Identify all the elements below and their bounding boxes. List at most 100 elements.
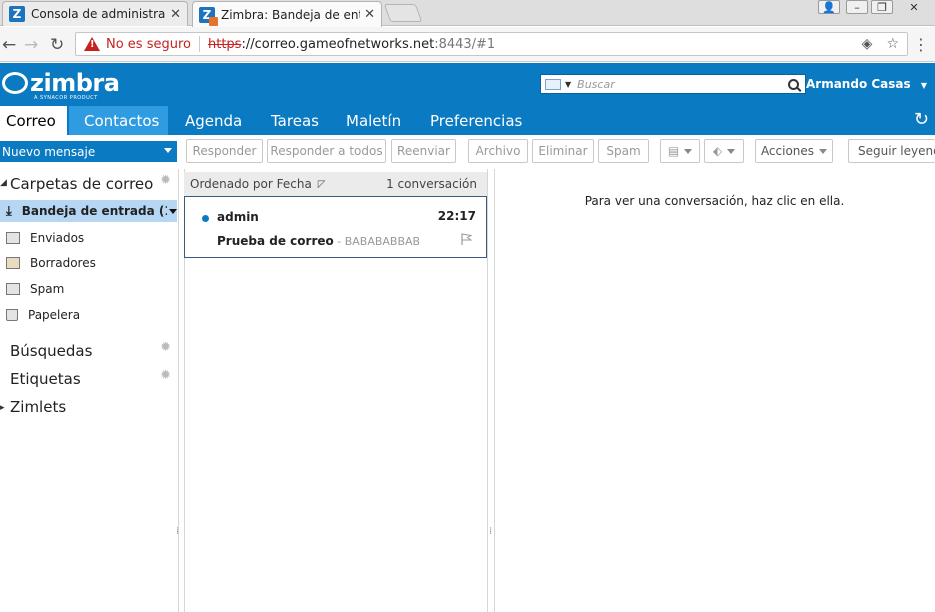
- list-item[interactable]: admin 22:17 Prueba de correo - BABABABBA…: [184, 196, 487, 258]
- gear-icon[interactable]: ✹: [160, 340, 171, 355]
- url-scheme: https: [208, 36, 242, 52]
- browser-tab-title: Consola de administració: [31, 7, 166, 21]
- tab-label: Tareas: [271, 111, 319, 130]
- close-icon[interactable]: ✕: [170, 7, 181, 22]
- delete-button[interactable]: Eliminar: [532, 139, 594, 163]
- gear-icon[interactable]: ✹: [160, 173, 171, 188]
- trash-icon: [6, 309, 18, 321]
- resize-handle[interactable]: ⁞: [176, 526, 180, 537]
- move-button[interactable]: ▤: [660, 139, 700, 163]
- browser-window: Z Consola de administració ✕ Z Zimbra: B…: [0, 0, 935, 612]
- user-name: Armando Casas: [806, 77, 911, 91]
- forward-button[interactable]: Reenviar: [391, 139, 456, 163]
- reading-pane-hint: Para ver una conversación, haz clic en e…: [584, 194, 845, 208]
- message-subject: Prueba de correo: [217, 234, 334, 248]
- folder-inbox[interactable]: ⤓ Bandeja de entrada (1: [0, 200, 177, 222]
- app-tabs: Correo Contactos Agenda Tareas Maletín P…: [0, 106, 935, 135]
- user-profile-icon[interactable]: 👤: [818, 0, 840, 14]
- message-sender: admin: [217, 210, 259, 224]
- read-more-label: Seguir leyendo: [858, 144, 935, 158]
- reply-all-button[interactable]: Responder a todos: [267, 139, 386, 163]
- tag-button[interactable]: ⬖: [704, 139, 744, 163]
- searches-header[interactable]: Búsquedas: [10, 342, 92, 360]
- message-subject-line: Prueba de correo - BABABABBAB: [217, 234, 420, 248]
- folder-label: Borradores: [30, 256, 96, 270]
- reply-button[interactable]: Responder: [186, 139, 263, 163]
- inbox-icon: ⤓: [6, 203, 12, 219]
- back-arrow-icon[interactable]: ←: [2, 35, 16, 55]
- forward-arrow-icon[interactable]: →: [24, 35, 38, 55]
- menu-kebab-icon[interactable]: ⋮: [913, 35, 929, 54]
- url-field[interactable]: ! No es seguro https ://correo.gameofnet…: [75, 32, 908, 56]
- tab-contactos[interactable]: Contactos: [69, 106, 168, 135]
- zimbra-favicon: Z: [199, 6, 218, 26]
- folder-label: Spam: [30, 282, 65, 296]
- chevron-down-icon[interactable]: [164, 148, 172, 153]
- tab-label: Maletín: [346, 111, 402, 130]
- tab-agenda[interactable]: Agenda: [185, 106, 242, 135]
- message-time: 22:17: [437, 209, 476, 223]
- actions-button[interactable]: Acciones: [755, 139, 833, 163]
- close-icon[interactable]: ✕: [364, 7, 375, 22]
- maximize-icon[interactable]: ❐: [871, 0, 893, 14]
- zimbra-logo[interactable]: zimbra A SYNACOR PRODUCT: [2, 69, 120, 101]
- logo-subtitle: A SYNACOR PRODUCT: [34, 95, 98, 101]
- reload-icon[interactable]: ↻: [50, 35, 64, 55]
- minimize-icon[interactable]: –: [846, 0, 868, 14]
- tab-label: Preferencias: [430, 111, 523, 130]
- reply-label: Responder: [192, 144, 257, 158]
- chevron-down-icon: ▼: [920, 81, 927, 90]
- flag-icon[interactable]: [460, 233, 472, 245]
- sort-button[interactable]: Ordenado por Fecha: [190, 177, 312, 191]
- envelope-icon[interactable]: [545, 78, 561, 90]
- new-message-label: Nuevo mensaje: [2, 144, 96, 159]
- tab-label: Contactos: [84, 111, 160, 130]
- bookmark-star-icon[interactable]: ☆: [886, 36, 899, 52]
- read-more-button[interactable]: Seguir leyendo: [848, 139, 935, 163]
- tab-preferencias[interactable]: Preferencias: [430, 106, 522, 135]
- sent-icon: [6, 232, 20, 244]
- spam-icon: [6, 283, 20, 295]
- chevron-down-icon: [684, 148, 693, 154]
- resize-handle[interactable]: ⁞: [489, 526, 493, 537]
- delete-label: Eliminar: [538, 144, 588, 158]
- address-bar-row: ← → ↻ ! No es seguro https ://correo.gam…: [0, 27, 935, 62]
- list-header: Ordenado por Fecha ◸ 1 conversación: [184, 172, 487, 196]
- chevron-down-icon[interactable]: [169, 208, 177, 214]
- mail-folders-header[interactable]: Carpetas de correo: [10, 175, 153, 193]
- tab-maletin[interactable]: Maletín: [346, 106, 401, 135]
- browser-tab-bar: Z Consola de administració ✕ Z Zimbra: B…: [0, 0, 935, 27]
- url-host: ://correo.gameofnetworks.net: [241, 36, 435, 52]
- sort-direction-icon[interactable]: ◸: [318, 179, 326, 190]
- search-icon[interactable]: [788, 78, 799, 90]
- zimlets-header[interactable]: Zimlets: [10, 398, 66, 416]
- browser-tab-admin-console[interactable]: Z Consola de administració ✕: [2, 1, 188, 26]
- new-tab-button[interactable]: [383, 4, 423, 22]
- browser-tab-inbox[interactable]: Z Zimbra: Bandeja de entra ✕: [192, 1, 382, 27]
- tab-label: Correo: [6, 111, 56, 130]
- folder-trash[interactable]: Papelera: [0, 304, 177, 326]
- user-menu[interactable]: Armando Casas ▼: [806, 77, 927, 91]
- mail-toolbar: Nuevo mensaje Responder Responder a todo…: [0, 135, 935, 169]
- tab-correo[interactable]: Correo: [0, 106, 67, 135]
- logo-word: zimbra: [30, 69, 120, 97]
- security-label[interactable]: No es seguro: [106, 37, 191, 52]
- window-close-icon[interactable]: ✕: [897, 0, 931, 14]
- search-input[interactable]: Buscar: [577, 78, 788, 91]
- folder-spam[interactable]: Spam: [0, 278, 177, 300]
- expand-arrow-icon[interactable]: ▸: [0, 403, 5, 413]
- tab-tareas[interactable]: Tareas: [271, 106, 319, 135]
- tags-header[interactable]: Etiquetas: [10, 370, 81, 388]
- folder-drafts[interactable]: Borradores: [0, 252, 177, 274]
- archive-button[interactable]: Archivo: [468, 139, 528, 163]
- folder-sent[interactable]: Enviados: [0, 227, 177, 249]
- lens-icon[interactable]: ◈: [862, 36, 873, 52]
- list-border-right: [487, 169, 488, 612]
- unread-dot-icon[interactable]: [202, 215, 209, 222]
- new-message-button[interactable]: Nuevo mensaje: [0, 141, 177, 162]
- collapse-arrow-icon[interactable]: ◢: [0, 178, 7, 188]
- chevron-down-icon[interactable]: ▼: [565, 80, 571, 89]
- gear-icon[interactable]: ✹: [160, 368, 171, 383]
- spam-button[interactable]: Spam: [598, 139, 649, 163]
- refresh-icon[interactable]: ↻: [914, 109, 929, 130]
